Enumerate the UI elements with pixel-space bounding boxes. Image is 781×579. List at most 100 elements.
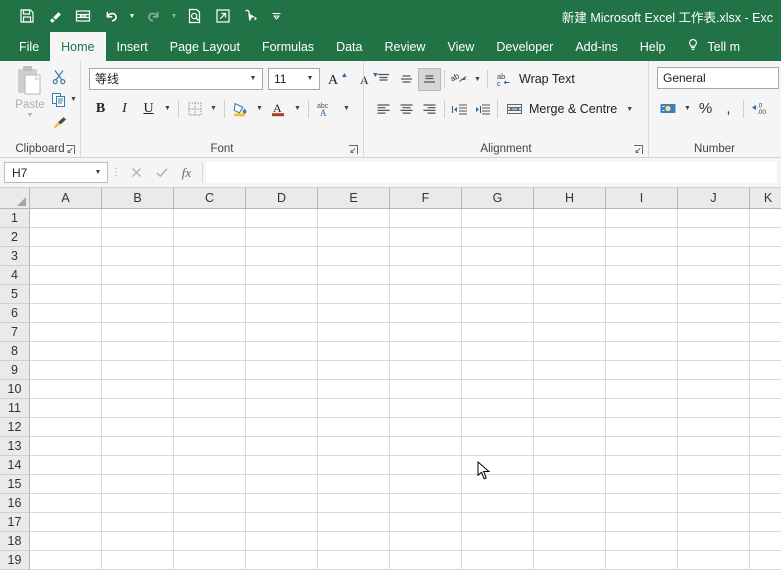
chevron-down-icon[interactable]: ▼ bbox=[246, 75, 260, 82]
cell-K3[interactable] bbox=[750, 247, 781, 266]
cell-J9[interactable] bbox=[678, 361, 750, 380]
cell-J5[interactable] bbox=[678, 285, 750, 304]
cell-I15[interactable] bbox=[606, 475, 678, 494]
cell-B4[interactable] bbox=[102, 266, 174, 285]
cell-B1[interactable] bbox=[102, 209, 174, 228]
cell-G7[interactable] bbox=[462, 323, 534, 342]
cell-C3[interactable] bbox=[174, 247, 246, 266]
column-header-A[interactable]: A bbox=[30, 188, 102, 209]
cell-F17[interactable] bbox=[390, 513, 462, 532]
row-header-3[interactable]: 3 bbox=[0, 247, 30, 266]
cell-J11[interactable] bbox=[678, 399, 750, 418]
column-header-J[interactable]: J bbox=[678, 188, 750, 209]
undo-icon[interactable] bbox=[98, 4, 124, 28]
align-right-button[interactable] bbox=[418, 98, 441, 121]
pointer-icon[interactable] bbox=[238, 4, 264, 28]
cell-I18[interactable] bbox=[606, 532, 678, 551]
cell-F6[interactable] bbox=[390, 304, 462, 323]
row-header-11[interactable]: 11 bbox=[0, 399, 30, 418]
row-header-19[interactable]: 19 bbox=[0, 551, 30, 570]
cell-D4[interactable] bbox=[246, 266, 318, 285]
cell-C6[interactable] bbox=[174, 304, 246, 323]
cell-K11[interactable] bbox=[750, 399, 781, 418]
customize-qat-icon[interactable] bbox=[266, 4, 286, 28]
borders-button[interactable] bbox=[183, 97, 206, 120]
cell-A3[interactable] bbox=[30, 247, 102, 266]
cell-K13[interactable] bbox=[750, 437, 781, 456]
orientation-dropdown-icon[interactable]: ▼ bbox=[471, 68, 484, 91]
cell-H14[interactable] bbox=[534, 456, 606, 475]
save-icon[interactable] bbox=[14, 4, 40, 28]
cell-J2[interactable] bbox=[678, 228, 750, 247]
cell-G4[interactable] bbox=[462, 266, 534, 285]
cell-H19[interactable] bbox=[534, 551, 606, 570]
cell-B10[interactable] bbox=[102, 380, 174, 399]
formula-input[interactable] bbox=[206, 162, 777, 183]
cell-D10[interactable] bbox=[246, 380, 318, 399]
cell-C14[interactable] bbox=[174, 456, 246, 475]
row-header-13[interactable]: 13 bbox=[0, 437, 30, 456]
wrap-text-button[interactable]: ab c Wrap Text bbox=[491, 67, 580, 91]
cell-G15[interactable] bbox=[462, 475, 534, 494]
cell-D3[interactable] bbox=[246, 247, 318, 266]
row-header-16[interactable]: 16 bbox=[0, 494, 30, 513]
column-header-H[interactable]: H bbox=[534, 188, 606, 209]
cell-H15[interactable] bbox=[534, 475, 606, 494]
tab-view[interactable]: View bbox=[436, 32, 485, 61]
cell-F11[interactable] bbox=[390, 399, 462, 418]
cell-K1[interactable] bbox=[750, 209, 781, 228]
format-painter-button[interactable] bbox=[48, 111, 80, 134]
cell-A2[interactable] bbox=[30, 228, 102, 247]
cell-H17[interactable] bbox=[534, 513, 606, 532]
cell-J17[interactable] bbox=[678, 513, 750, 532]
row-header-7[interactable]: 7 bbox=[0, 323, 30, 342]
number-format-combo[interactable]: General bbox=[657, 67, 779, 89]
tab-data[interactable]: Data bbox=[325, 32, 373, 61]
name-box[interactable]: H7 ▼ bbox=[4, 162, 108, 183]
tab-add-ins[interactable]: Add-ins bbox=[564, 32, 628, 61]
cell-J7[interactable] bbox=[678, 323, 750, 342]
cell-H7[interactable] bbox=[534, 323, 606, 342]
cell-I8[interactable] bbox=[606, 342, 678, 361]
cell-C1[interactable] bbox=[174, 209, 246, 228]
cell-K9[interactable] bbox=[750, 361, 781, 380]
cell-H1[interactable] bbox=[534, 209, 606, 228]
borders-dropdown-icon[interactable]: ▼ bbox=[207, 97, 220, 120]
cell-B12[interactable] bbox=[102, 418, 174, 437]
cell-G2[interactable] bbox=[462, 228, 534, 247]
tab-developer[interactable]: Developer bbox=[485, 32, 564, 61]
cell-I4[interactable] bbox=[606, 266, 678, 285]
cell-H2[interactable] bbox=[534, 228, 606, 247]
cell-E2[interactable] bbox=[318, 228, 390, 247]
cell-K12[interactable] bbox=[750, 418, 781, 437]
row-header-14[interactable]: 14 bbox=[0, 456, 30, 475]
font-dialog-launcher[interactable] bbox=[348, 144, 359, 155]
cell-H9[interactable] bbox=[534, 361, 606, 380]
underline-button[interactable]: U bbox=[137, 97, 160, 120]
cell-G5[interactable] bbox=[462, 285, 534, 304]
cell-H5[interactable] bbox=[534, 285, 606, 304]
clipboard-dialog-launcher[interactable] bbox=[65, 144, 76, 155]
tab-home[interactable]: Home bbox=[50, 32, 106, 61]
cell-H4[interactable] bbox=[534, 266, 606, 285]
cell-A7[interactable] bbox=[30, 323, 102, 342]
cell-G8[interactable] bbox=[462, 342, 534, 361]
merge-dropdown-icon[interactable]: ▼ bbox=[626, 106, 633, 113]
cell-B8[interactable] bbox=[102, 342, 174, 361]
open-recent-icon[interactable] bbox=[210, 4, 236, 28]
cell-A8[interactable] bbox=[30, 342, 102, 361]
cell-G12[interactable] bbox=[462, 418, 534, 437]
align-center-button[interactable] bbox=[395, 98, 418, 121]
copy-button[interactable]: ▼ bbox=[48, 88, 80, 111]
cell-C4[interactable] bbox=[174, 266, 246, 285]
cell-J8[interactable] bbox=[678, 342, 750, 361]
increase-indent-button[interactable] bbox=[471, 98, 494, 121]
font-color-button[interactable]: A bbox=[267, 97, 290, 120]
grid-cells[interactable] bbox=[30, 209, 781, 579]
cell-B15[interactable] bbox=[102, 475, 174, 494]
cell-K19[interactable] bbox=[750, 551, 781, 570]
cell-I10[interactable] bbox=[606, 380, 678, 399]
cell-C10[interactable] bbox=[174, 380, 246, 399]
cell-A9[interactable] bbox=[30, 361, 102, 380]
orientation-button[interactable]: ab bbox=[448, 68, 471, 91]
